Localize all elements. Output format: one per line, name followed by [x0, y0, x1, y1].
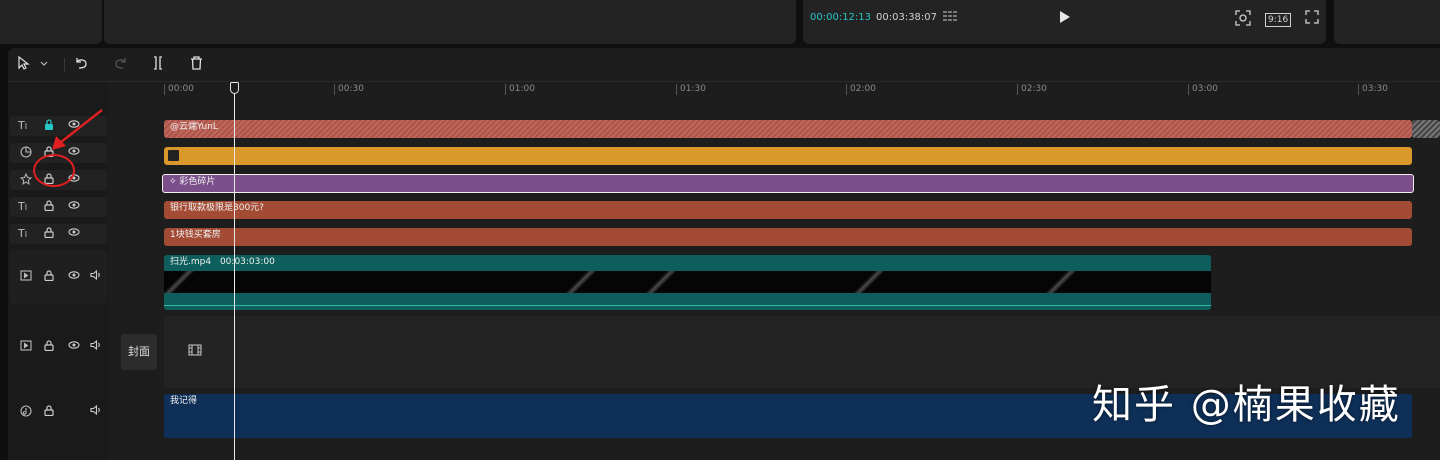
text-track-icon: TI	[18, 119, 28, 132]
media-panel	[104, 0, 796, 44]
film-frame	[164, 271, 194, 293]
track-header-video-1	[10, 250, 107, 304]
film-icon	[188, 344, 202, 360]
top-left-panel	[0, 0, 102, 44]
list-icon[interactable]	[943, 10, 963, 27]
sticker-clip[interactable]	[164, 147, 1412, 165]
watermark: 知乎 @楠果收藏	[1092, 382, 1401, 428]
film-frame	[1046, 271, 1076, 293]
text-track-icon: TI	[18, 200, 28, 213]
sticker-track-icon	[20, 146, 32, 162]
ruler-tick: 00:30	[334, 84, 364, 95]
eye-icon[interactable]	[68, 340, 80, 354]
audio-clip-label: 我记得	[170, 396, 198, 406]
ruler-tick: 03:30	[1358, 84, 1388, 95]
cursor-arrow-icon[interactable]	[18, 55, 30, 75]
player-control-bar: 00:00:12:13 00:03:38:07 9:16	[803, 0, 1326, 44]
text-track-icon: TI	[18, 227, 28, 240]
split-icon[interactable]	[152, 56, 164, 75]
video-clip-duration: 00:03:03:00	[219, 257, 275, 267]
ruler-tick: 03:00	[1188, 84, 1218, 95]
eye-icon[interactable]	[68, 270, 80, 284]
ruler-tick: 01:00	[505, 84, 535, 95]
video-clip-name: 扫光.mp4	[170, 257, 212, 267]
fullscreen-icon[interactable]	[1305, 10, 1319, 27]
sticker-thumb	[168, 150, 179, 161]
play-icon[interactable]	[1059, 10, 1071, 27]
video-track-icon	[20, 340, 32, 355]
text-clip-2[interactable]: 1块钱买套房	[164, 228, 1412, 246]
lock-icon[interactable]	[44, 200, 54, 215]
effect-clip[interactable]: ✧ 彩色碎片	[162, 174, 1414, 193]
video-filmstrip	[164, 271, 1211, 293]
track-header-text-1: TI	[10, 197, 107, 217]
playhead[interactable]	[234, 82, 235, 460]
redo-icon[interactable]	[114, 56, 128, 75]
title-clip[interactable]: @云端YunL	[164, 120, 1412, 138]
chevron-down-icon[interactable]	[40, 56, 48, 74]
film-frame	[566, 271, 596, 293]
track-header-audio	[10, 402, 107, 422]
time-ruler[interactable]: 00:00 00:30 01:00 01:30 02:00 02:30 03:0…	[164, 82, 1440, 98]
cover-button[interactable]: 封面	[121, 334, 157, 370]
effect-clip-label: 彩色碎片	[179, 177, 216, 187]
effect-star-icon: ✧	[169, 177, 180, 187]
audio-track-icon	[20, 405, 32, 421]
eye-icon[interactable]	[68, 227, 80, 241]
speaker-icon[interactable]	[90, 404, 102, 419]
ruler-tick: 02:00	[846, 84, 876, 95]
annotation-circle	[33, 154, 75, 187]
ratio-label: 9:16	[1265, 13, 1292, 27]
annotation-arrow	[52, 109, 103, 150]
playhead-handle[interactable]	[230, 82, 239, 94]
lock-icon[interactable]	[44, 227, 54, 242]
title-clip-label: @云端YunL	[170, 122, 218, 132]
film-frame	[646, 271, 676, 293]
speaker-icon[interactable]	[90, 339, 102, 354]
ratio-button[interactable]: 9:16	[1265, 11, 1292, 27]
audio-waveform	[164, 305, 1211, 306]
lock-icon[interactable]	[44, 340, 54, 355]
ruler-tick: 01:30	[676, 84, 706, 95]
text-clip-1-label: 银行取款极限是300元?	[170, 203, 264, 213]
film-frame	[854, 271, 884, 293]
timeline-toolbar	[8, 48, 1440, 82]
eye-icon[interactable]	[68, 200, 80, 214]
lock-icon[interactable]	[44, 405, 54, 420]
total-timecode: 00:03:38:07	[876, 12, 938, 23]
trash-icon[interactable]	[190, 56, 203, 75]
track-header-text-2: TI	[10, 224, 107, 244]
text-clip-1[interactable]: 银行取款极限是300元?	[164, 201, 1412, 219]
text-clip-2-label: 1块钱买套房	[170, 230, 221, 240]
top-right-panel	[1334, 0, 1440, 44]
speaker-icon[interactable]	[90, 269, 102, 284]
current-timecode: 00:00:12:13	[810, 12, 872, 23]
effect-star-icon	[19, 172, 33, 189]
title-clip-overflow	[1412, 120, 1440, 138]
ruler-tick: 02:30	[1017, 84, 1047, 95]
focus-icon[interactable]	[1235, 10, 1251, 29]
video-track-icon	[20, 270, 32, 285]
undo-icon[interactable]	[74, 56, 88, 75]
ruler-tick: 00:00	[164, 84, 194, 95]
video-clip[interactable]: 扫光.mp4 00:03:03:00	[164, 255, 1211, 310]
track-header-main-video	[10, 330, 107, 384]
lock-icon[interactable]	[44, 270, 54, 285]
toolbar-divider	[64, 58, 65, 72]
